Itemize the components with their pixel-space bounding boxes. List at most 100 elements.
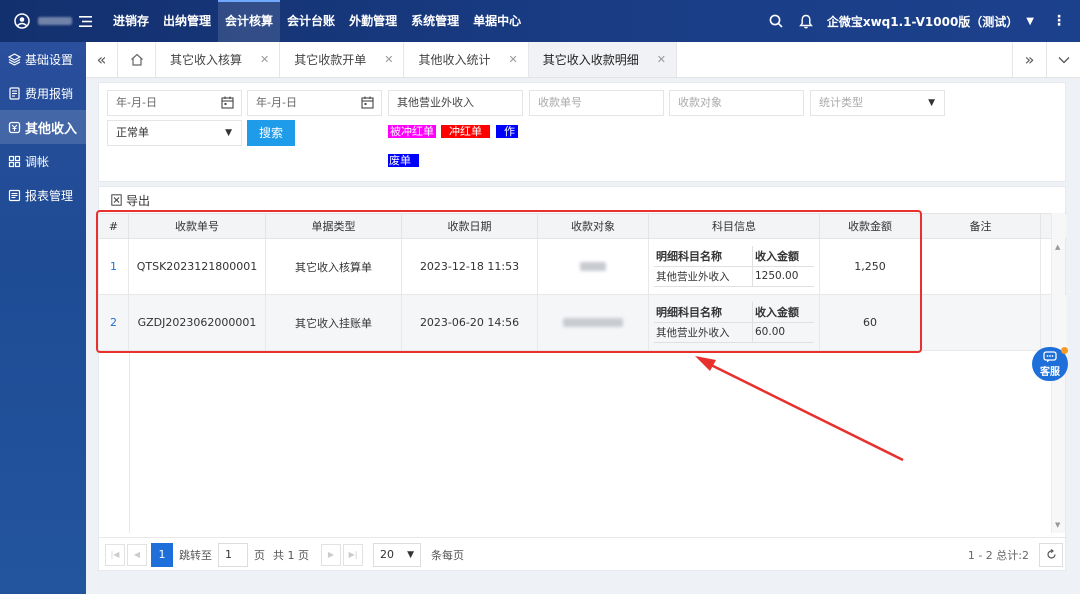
menu-icon (78, 15, 92, 27)
receipt-no-input[interactable]: 收款单号 (529, 90, 664, 116)
subject-subtable: 明细科目名称 收入金额 其他营业外收入 60.00 (654, 302, 814, 343)
table-row[interactable]: 1 QTSK2023121800001 其它收入核算单 2023-12-18 1… (99, 239, 1067, 295)
next-page-button[interactable]: ▶ (321, 543, 341, 566)
start-date-input[interactable]: 年-月-日 (107, 90, 242, 116)
tab-label: 其它收入收款明细 (542, 53, 639, 67)
sidebar-item-basic-settings[interactable]: 基础设置 (0, 42, 86, 76)
top-nav-system[interactable]: 系统管理 (404, 0, 466, 42)
grid-header: # 收款单号 单据类型 收款日期 收款对象 科目信息 收款金额 备注 (99, 213, 1067, 239)
calendar-icon[interactable] (221, 96, 234, 109)
top-nav-jxc[interactable]: 进销存 (106, 0, 156, 42)
tab-other-income-stats[interactable]: 其他收入统计 ✕ (404, 42, 529, 77)
sidebar-item-reports[interactable]: 报表管理 (0, 178, 86, 212)
col-header-receipt-date[interactable]: 收款日期 (402, 214, 538, 238)
top-nav-field[interactable]: 外勤管理 (342, 0, 404, 42)
user-menu[interactable] (0, 0, 72, 42)
page-label: 页 (254, 548, 265, 562)
per-page-label: 条每页 (431, 548, 464, 562)
sidebar-item-other-income[interactable]: 其他收入 (0, 110, 86, 144)
customer-service-button[interactable]: 客服 (1032, 347, 1068, 381)
top-nav-accounting[interactable]: 会计核算 (218, 0, 281, 42)
close-icon[interactable]: ✕ (260, 53, 269, 66)
tab-scroll-right-button[interactable]: » (1012, 42, 1046, 77)
refresh-icon (1046, 549, 1056, 559)
stat-type-select[interactable]: 统计类型 ▼ (810, 90, 945, 116)
close-icon[interactable]: ✕ (657, 53, 666, 66)
amount-cell: 60 (820, 295, 921, 350)
home-icon (130, 53, 143, 66)
income-subject-input[interactable]: 其他营业外收入 (388, 90, 523, 116)
sidebar-item-label: 其他收入 (25, 121, 78, 137)
sidebar-item-expense[interactable]: 费用报销 (0, 76, 86, 110)
bell-icon (798, 14, 813, 28)
doc-type-cell: 其它收入挂账单 (266, 295, 402, 350)
menu-toggle-button[interactable] (72, 0, 98, 42)
page-size-select[interactable]: 20 ▼ (373, 542, 421, 567)
more-vertical-icon[interactable]: ⋮ (1052, 13, 1066, 29)
export-button[interactable]: 导出 (111, 192, 150, 209)
calendar-icon[interactable] (361, 96, 374, 109)
top-nav-cashier[interactable]: 出纳管理 (156, 0, 218, 42)
top-nav-documents[interactable]: 单据中心 (466, 0, 528, 42)
search-button[interactable] (761, 14, 791, 28)
tab-other-income-accounting[interactable]: 其它收入核算 ✕ (156, 42, 281, 77)
pagination: |◀ ◀ 1 跳转至 1 页 共 1 页 ▶ ▶| 20 ▼ 条每页 1 - 2… (99, 537, 1067, 571)
notification-dot (1061, 347, 1068, 354)
tab-scroll-left-button[interactable]: « (86, 42, 118, 77)
col-header-receipt-target[interactable]: 收款对象 (538, 214, 649, 238)
end-date-value: 年-月-日 (256, 96, 297, 109)
col-header-amount[interactable]: 收款金额 (820, 214, 921, 238)
subtable-col-amount: 收入金额 (752, 246, 814, 266)
top-right-tools: 企微宝xwq1.1-V1000版（测试） ▼ ⋮ (761, 0, 1080, 42)
income-icon (8, 121, 21, 133)
goto-page-input[interactable]: 1 (218, 542, 248, 567)
caret-down-icon[interactable]: ▼ (1026, 16, 1034, 27)
col-header-subject-info[interactable]: 科目信息 (649, 214, 820, 238)
receipt-target-input[interactable]: 收款对象 (669, 90, 804, 116)
stat-type-placeholder: 统计类型 (819, 96, 863, 109)
col-header-index[interactable]: # (99, 214, 129, 238)
subject-subtable: 明细科目名称 收入金额 其他营业外收入 1250.00 (654, 246, 814, 287)
company-name[interactable]: 企微宝xwq1.1-V1000版（测试） (827, 13, 1018, 30)
sidebar: 基础设置 费用报销 其他收入 调帐 报表管理 (0, 42, 86, 594)
col-header-receipt-no[interactable]: 收款单号 (129, 214, 266, 238)
last-page-button[interactable]: ▶| (343, 543, 363, 566)
prev-page-icon: ◀ (133, 550, 141, 559)
tab-other-receipt-billing[interactable]: 其它收款开单 ✕ (280, 42, 405, 77)
notification-button[interactable] (791, 14, 821, 29)
end-date-input[interactable]: 年-月-日 (247, 90, 382, 116)
doc-type-cell: 其它收入核算单 (266, 239, 402, 294)
sidebar-item-adjustment[interactable]: 调帐 (0, 144, 86, 178)
subject-info-cell: 明细科目名称 收入金额 其他营业外收入 60.00 (649, 295, 820, 350)
refresh-button[interactable] (1039, 542, 1063, 567)
prev-page-button[interactable]: ◀ (127, 543, 147, 566)
sidebar-item-label: 调帐 (25, 154, 50, 169)
table-row[interactable]: 2 GZDJ2023062000001 其它收入挂账单 2023-06-20 1… (99, 295, 1067, 351)
close-icon[interactable]: ✕ (384, 53, 393, 66)
col-header-doc-type[interactable]: 单据类型 (266, 214, 402, 238)
first-page-button[interactable]: |◀ (105, 543, 125, 566)
tab-home-button[interactable] (118, 42, 156, 77)
subtable-subject: 其他营业外收入 (656, 270, 730, 283)
current-page[interactable]: 1 (151, 542, 173, 567)
close-icon[interactable]: ✕ (508, 53, 517, 66)
top-nav-ledger[interactable]: 会计台账 (280, 0, 342, 42)
next-page-icon: ▶ (327, 550, 335, 559)
grid-panel: 导出 # 收款单号 单据类型 收款日期 收款对象 科目信息 收款金额 备注 1 … (98, 186, 1067, 571)
tab-other-income-receipt-detail[interactable]: 其它收入收款明细 ✕ (528, 42, 677, 77)
search-button[interactable]: 搜索 (247, 120, 295, 146)
report-icon (8, 189, 21, 201)
scroll-up-icon[interactable]: ▲ (1055, 243, 1060, 251)
scroll-down-icon[interactable]: ▼ (1055, 521, 1060, 529)
top-nav: 进销存 出纳管理 会计核算 会计台账 外勤管理 系统管理 单据中心 (106, 0, 528, 42)
doc-status-select[interactable]: 正常单 ▼ (107, 120, 242, 146)
receipt-no-cell: QTSK2023121800001 (129, 239, 266, 294)
double-chevron-left-icon: « (96, 50, 107, 69)
total-pages: 共 1 页 (273, 548, 309, 562)
legend-void-part1: 作 (496, 125, 518, 138)
user-icon (14, 13, 30, 29)
tab-menu-button[interactable] (1046, 42, 1080, 77)
col-header-note[interactable]: 备注 (921, 214, 1041, 238)
grid-icon (8, 155, 21, 167)
sidebar-item-label: 基础设置 (25, 52, 74, 67)
